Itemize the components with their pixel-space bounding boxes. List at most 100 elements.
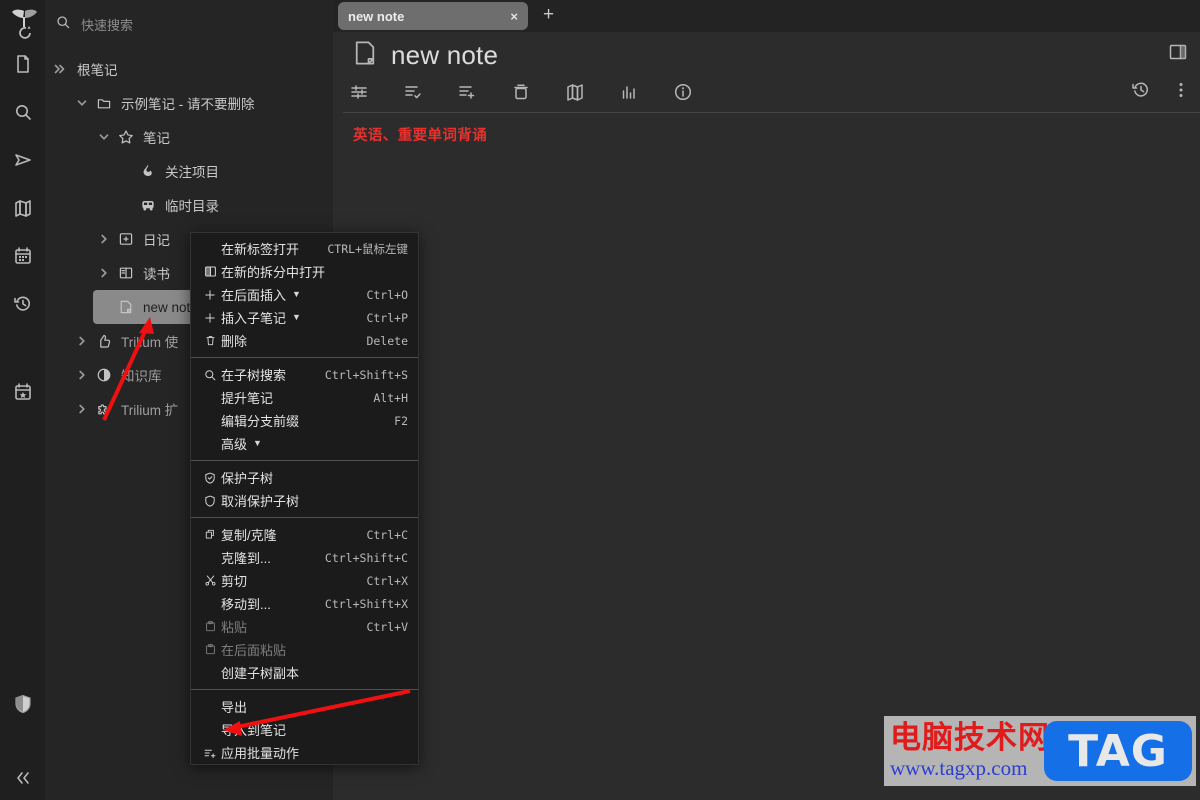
context-menu-item[interactable]: 在后面插入 ▼ Ctrl+O: [191, 283, 418, 306]
menu-item-icon: [199, 264, 221, 279]
rail-item-bookmarks-calendar-icon[interactable]: [0, 378, 45, 406]
rail-item-collapse-sidebar-icon[interactable]: [0, 764, 45, 792]
tree-twisty-icon[interactable]: [71, 96, 93, 110]
calendar-star-icon: [13, 382, 33, 402]
tree-item-label: Trilium 扩: [121, 403, 179, 418]
note-icon: [353, 40, 377, 71]
note-history-button[interactable]: [1129, 80, 1153, 104]
split-pane-icon[interactable]: [1168, 42, 1192, 66]
note-revisions-button[interactable]: [509, 80, 533, 104]
rail-item-note-map-icon[interactable]: [0, 194, 45, 222]
tree-item-icon: [93, 367, 115, 383]
note-content[interactable]: 英语、重要单词背诵: [353, 124, 1186, 145]
menu-item-icon: [199, 620, 221, 633]
tree-twisty-icon[interactable]: [93, 232, 115, 246]
tree-twisty-icon[interactable]: [71, 402, 93, 416]
rail-item-search-icon[interactable]: [0, 98, 45, 126]
menu-item-shortcut: F2: [394, 413, 408, 428]
context-menu-item[interactable]: 导出: [191, 695, 418, 718]
menu-item-label: 剪切: [221, 574, 248, 589]
context-menu-item[interactable]: 编辑分支前缀 F2: [191, 409, 418, 432]
menu-item-shortcut: CTRL+鼠标左键: [327, 241, 408, 256]
context-menu-item[interactable]: 提升笔记 Alt+H: [191, 386, 418, 409]
context-menu-item: 在后面粘贴: [191, 638, 418, 661]
task-list-button[interactable]: [401, 80, 425, 104]
tree-item-label: new note: [143, 299, 198, 315]
tree-item[interactable]: 关注项目: [115, 154, 327, 188]
context-menu-item[interactable]: 取消保护子树: [191, 489, 418, 512]
menu-item-label: 编辑分支前缀: [221, 414, 300, 429]
search-icon: [13, 102, 33, 122]
context-menu-item[interactable]: 创建子树副本: [191, 661, 418, 684]
rail-item-protected-session-icon[interactable]: [0, 690, 45, 718]
tree-item[interactable]: 临时目录: [115, 188, 327, 222]
menu-item-label: 导入到笔记: [221, 723, 287, 738]
context-menu-item: 粘贴 Ctrl+V: [191, 615, 418, 638]
tree-twisty-icon[interactable]: [71, 368, 93, 382]
menu-item-shortcut: Ctrl+Shift+X: [324, 596, 408, 611]
context-menu-item[interactable]: 删除 Delete: [191, 329, 418, 352]
add-list-item-button[interactable]: [455, 80, 479, 104]
menu-item-icon: [199, 746, 221, 760]
calendar-icon: [13, 246, 33, 266]
context-menu-item[interactable]: 插入子笔记 ▼ Ctrl+P: [191, 306, 418, 329]
map-icon: [13, 198, 33, 218]
menu-item-shortcut: Ctrl+Shift+S: [324, 367, 408, 382]
context-menu-item[interactable]: 在子树搜索 Ctrl+Shift+S: [191, 363, 418, 386]
tree-item-label: Trilium 使: [121, 335, 179, 350]
context-menu-item[interactable]: 复制/克隆 Ctrl+C: [191, 523, 418, 546]
tree-item-label: 知识库: [121, 369, 162, 384]
tree-twisty-icon[interactable]: [93, 130, 115, 144]
context-menu-item[interactable]: 在新的拆分中打开: [191, 260, 418, 283]
note-map-button[interactable]: [563, 80, 587, 104]
rail-item-calendar-icon[interactable]: [0, 242, 45, 270]
tree-item[interactable]: 示例笔记 - 请不要删除: [71, 86, 327, 120]
rail-item-note-icon[interactable]: [0, 50, 45, 78]
note-toolbar: [347, 80, 695, 104]
menu-item-label: 在后面粘贴: [221, 643, 287, 658]
menu-separator: [191, 517, 418, 518]
note-properties-button[interactable]: [347, 80, 371, 104]
context-menu-item[interactable]: 应用批量动作: [191, 741, 418, 764]
menu-item-icon: [199, 528, 221, 541]
menu-item-label: 在后面插入: [221, 288, 287, 303]
note-title[interactable]: new note: [391, 40, 498, 71]
tree-twisty-icon[interactable]: [49, 62, 71, 76]
tab-new-note[interactable]: new note ×: [338, 2, 528, 30]
context-menu-item[interactable]: 导入到笔记: [191, 718, 418, 741]
menu-item-label: 插入子笔记: [221, 311, 287, 326]
note-info-button[interactable]: [671, 80, 695, 104]
context-menu-item[interactable]: 克隆到... Ctrl+Shift+C: [191, 546, 418, 569]
trilium-window: 快速搜索 根笔记 示例笔记 - 请不要删除 笔记 关注项目 临时目录 日记 读书 new no…: [0, 0, 1200, 800]
context-menu-item[interactable]: 在新标签打开 CTRL+鼠标左键: [191, 237, 418, 260]
note-toolbar-divider: [343, 112, 1200, 113]
note-paragraph: 英语、重要单词背诵: [353, 128, 488, 144]
context-menu-item[interactable]: 剪切 Ctrl+X: [191, 569, 418, 592]
search-icon: [55, 14, 71, 35]
menu-item-label: 提升笔记: [221, 391, 274, 406]
menu-item-label: 复制/克隆: [221, 528, 277, 543]
context-menu-item[interactable]: 高级 ▼: [191, 432, 418, 455]
context-menu-item[interactable]: 保护子树: [191, 466, 418, 489]
note-stats-button[interactable]: [617, 80, 641, 104]
tree-item[interactable]: 根笔记: [49, 52, 327, 86]
task-list-icon: [403, 82, 423, 102]
new-tab-button[interactable]: +: [543, 4, 554, 26]
menu-item-icon: [199, 368, 221, 382]
menu-separator: [191, 460, 418, 461]
note-actions-button[interactable]: [1169, 80, 1193, 104]
tree-twisty-icon[interactable]: [71, 334, 93, 348]
jump-to-icon: [13, 150, 33, 170]
menu-item-shortcut: Ctrl+X: [366, 573, 408, 588]
context-menu-item[interactable]: 移动到... Ctrl+Shift+X: [191, 592, 418, 615]
menu-item-label: 在新的拆分中打开: [221, 265, 326, 280]
tree-twisty-icon[interactable]: [93, 266, 115, 280]
quick-search-bar[interactable]: 快速搜索: [45, 10, 333, 38]
tree-item[interactable]: 笔记: [93, 120, 327, 154]
tree-item-icon: [93, 333, 115, 349]
rail-item-jump-to-icon[interactable]: [0, 146, 45, 174]
menu-item-shortcut: Ctrl+Shift+C: [324, 550, 408, 565]
menu-item-label: 高级: [221, 437, 248, 452]
rail-item-recent-changes-icon[interactable]: [0, 290, 45, 318]
tab-close-icon[interactable]: ×: [510, 9, 518, 24]
